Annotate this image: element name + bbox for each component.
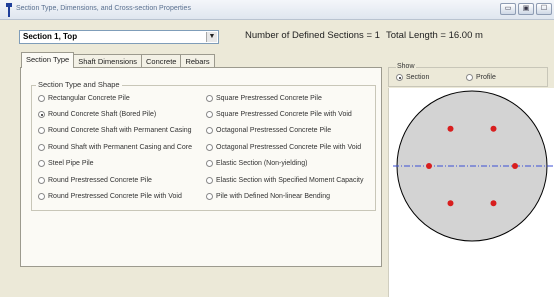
radio-button-icon[interactable] xyxy=(38,177,45,184)
radio-button-icon[interactable] xyxy=(206,111,213,118)
radio-label: Steel Pipe Pile xyxy=(48,160,94,167)
radio-square-prestressed-pile[interactable]: Square Prestressed Concrete Pile xyxy=(206,95,322,102)
radio-round-prestressed-pile[interactable]: Round Prestressed Concrete Pile xyxy=(38,177,152,184)
section-dropdown[interactable]: Section 1, Top ▼ xyxy=(19,30,219,44)
section-dropdown-value: Section 1, Top xyxy=(23,32,78,41)
radio-button-icon[interactable] xyxy=(206,95,213,102)
minimize-button[interactable]: ▭ xyxy=(500,3,516,15)
window-title: Section Type, Dimensions, and Cross-sect… xyxy=(16,5,191,12)
window-controls: ▭ ▣ ☐ xyxy=(500,3,552,15)
close-button[interactable]: ☐ xyxy=(536,3,552,15)
tab-section-type[interactable]: Section Type xyxy=(21,52,75,68)
radio-round-shaft-permanent-casing[interactable]: Round Concrete Shaft with Permanent Casi… xyxy=(38,127,192,134)
radio-octagonal-prestressed-pile-void[interactable]: Octagonal Prestressed Concrete Pile with… xyxy=(206,144,361,151)
chevron-down-icon[interactable]: ▼ xyxy=(206,32,217,42)
radio-label: Round Concrete Shaft with Permanent Casi… xyxy=(48,127,192,134)
radio-octagonal-prestressed-pile[interactable]: Octagonal Prestressed Concrete Pile xyxy=(206,127,331,134)
radio-label: Octagonal Prestressed Concrete Pile xyxy=(216,127,332,134)
rebar-dot xyxy=(447,200,454,207)
tab-rebars[interactable]: Rebars xyxy=(180,54,215,68)
radio-label: Round Concrete Shaft (Bored Pile) xyxy=(48,111,157,118)
radio-button-icon[interactable] xyxy=(206,193,213,200)
radio-elastic-moment-capacity[interactable]: Elastic Section with Specified Moment Ca… xyxy=(206,177,363,184)
section-type-legend: Section Type and Shape xyxy=(36,80,122,89)
app-icon xyxy=(6,3,12,17)
radio-label: Elastic Section with Specified Moment Ca… xyxy=(216,177,364,184)
radio-round-shaft-casing-core[interactable]: Round Shaft with Permanent Casing and Co… xyxy=(38,144,192,151)
radio-button-icon[interactable] xyxy=(38,144,45,151)
radio-button-icon[interactable] xyxy=(206,177,213,184)
radio-show-profile[interactable]: Profile xyxy=(466,74,496,81)
rebar-dot xyxy=(426,163,432,169)
radio-label: Pile with Defined Non-linear Bending xyxy=(216,193,331,200)
radio-button-icon[interactable] xyxy=(38,127,45,134)
total-length: Total Length = 16.00 m xyxy=(386,30,483,41)
radio-label: Octagonal Prestressed Concrete Pile with… xyxy=(216,144,362,151)
radio-label: Round Shaft with Permanent Casing and Co… xyxy=(48,144,192,151)
radio-label: Square Prestressed Concrete Pile with Vo… xyxy=(216,111,352,118)
radio-label: Profile xyxy=(476,74,496,81)
radio-label: Square Prestressed Concrete Pile xyxy=(216,95,322,102)
radio-steel-pipe-pile[interactable]: Steel Pipe Pile xyxy=(38,160,94,167)
title-bar: Section Type, Dimensions, and Cross-sect… xyxy=(0,0,554,20)
radio-button-icon[interactable] xyxy=(206,160,213,167)
tab-strip: Section Type Shaft Dimensions Concrete R… xyxy=(21,52,215,68)
radio-label: Section xyxy=(406,74,430,81)
radio-label: Round Prestressed Concrete Pile xyxy=(48,177,152,184)
tab-shaft-dimensions[interactable]: Shaft Dimensions xyxy=(73,54,143,68)
section-preview xyxy=(388,88,554,297)
rebar-dot xyxy=(490,200,497,207)
tab-concrete[interactable]: Concrete xyxy=(141,54,182,68)
rebar-dot xyxy=(512,163,518,169)
rebar-dot xyxy=(490,125,497,132)
radio-button-icon[interactable] xyxy=(38,111,45,118)
radio-show-section[interactable]: Section xyxy=(396,74,429,81)
radio-elastic-section[interactable]: Elastic Section (Non-yielding) xyxy=(206,160,307,167)
radio-button-icon[interactable] xyxy=(38,95,45,102)
radio-button-icon[interactable] xyxy=(38,193,45,200)
radio-button-icon[interactable] xyxy=(466,74,473,81)
cross-section-drawing xyxy=(393,90,554,242)
radio-label: Elastic Section (Non-yielding) xyxy=(216,160,308,167)
num-defined-sections: Number of Defined Sections = 1 xyxy=(245,30,380,41)
maximize-button[interactable]: ▣ xyxy=(518,3,534,15)
radio-label: Round Prestressed Concrete Pile with Voi… xyxy=(48,193,182,200)
show-legend: Show xyxy=(396,63,416,70)
radio-rectangular-concrete-pile[interactable]: Rectangular Concrete Pile xyxy=(38,95,130,102)
rebar-dot xyxy=(447,125,454,132)
radio-square-prestressed-pile-void[interactable]: Square Prestressed Concrete Pile with Vo… xyxy=(206,111,352,118)
radio-button-icon[interactable] xyxy=(206,127,213,134)
radio-button-icon[interactable] xyxy=(38,160,45,167)
radio-round-concrete-shaft[interactable]: Round Concrete Shaft (Bored Pile) xyxy=(38,111,156,118)
radio-nonlinear-bending[interactable]: Pile with Defined Non-linear Bending xyxy=(206,193,330,200)
radio-round-prestressed-pile-void[interactable]: Round Prestressed Concrete Pile with Voi… xyxy=(38,193,182,200)
radio-button-icon[interactable] xyxy=(206,144,213,151)
radio-button-icon[interactable] xyxy=(396,74,403,81)
radio-label: Rectangular Concrete Pile xyxy=(48,95,130,102)
